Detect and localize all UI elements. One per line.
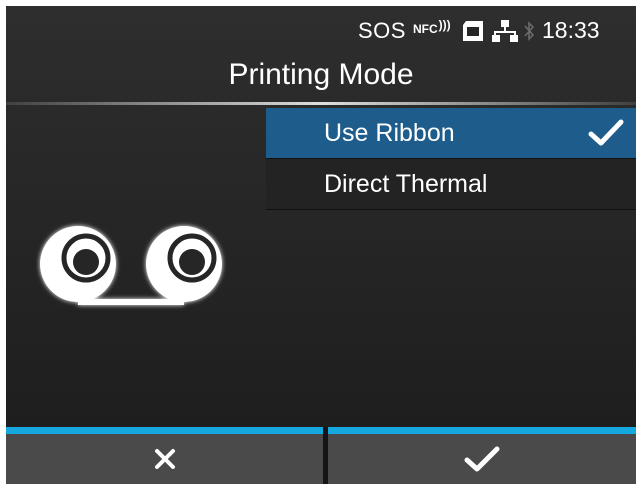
nfc-label: NFC [413, 22, 438, 36]
status-bar: SOS NFC))) 18:33 [6, 6, 636, 56]
sos-indicator: SOS [358, 18, 406, 43]
sd-card-icon [463, 21, 483, 41]
option-label: Direct Thermal [324, 170, 488, 198]
page-title: Printing Mode [228, 58, 414, 91]
clock: 18:33 [542, 17, 600, 43]
action-bar [6, 427, 636, 484]
bluetooth-icon [524, 21, 535, 41]
checkmark-icon [464, 446, 500, 472]
title-divider [6, 102, 636, 105]
printing-mode-options: Use Ribbon Direct Thermal [266, 108, 636, 210]
cancel-button[interactable] [6, 427, 323, 484]
ribbon-icon [40, 226, 222, 305]
option-direct-thermal[interactable]: Direct Thermal [266, 159, 636, 210]
close-icon [154, 449, 175, 469]
checkmark-icon [588, 119, 624, 146]
nfc-icon: NFC))) [413, 18, 451, 36]
network-icon [492, 20, 518, 42]
printer-screen: SOS NFC))) 18:33 Printing Mode Use Ribbo… [6, 6, 636, 484]
option-use-ribbon[interactable]: Use Ribbon [266, 108, 636, 159]
option-label: Use Ribbon [324, 119, 455, 147]
confirm-button[interactable] [328, 427, 636, 484]
